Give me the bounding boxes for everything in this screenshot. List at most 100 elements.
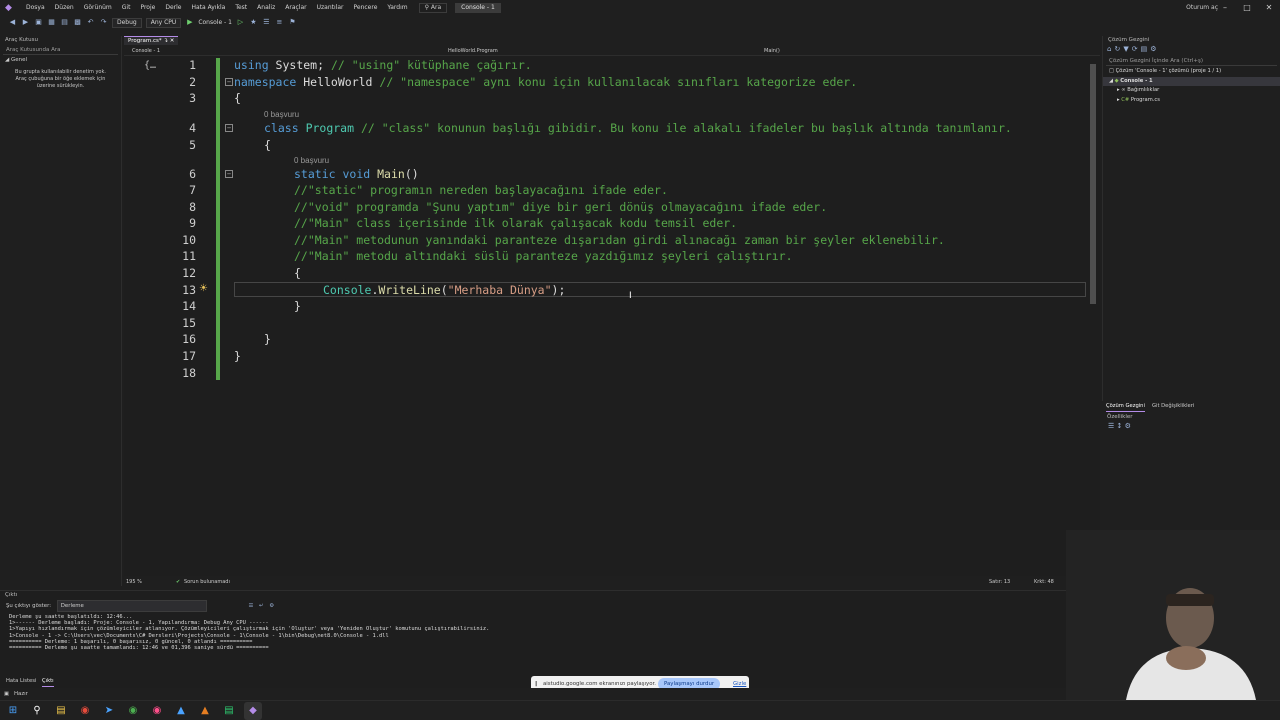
notepad-icon[interactable]: ▤	[220, 702, 238, 720]
minimize-icon[interactable]: –	[1214, 0, 1236, 15]
collapse-icon[interactable]: −	[225, 124, 233, 132]
close-tab-icon[interactable]: ✕	[170, 38, 175, 44]
windows-start-icon[interactable]: ⊞	[4, 702, 22, 720]
menu-item-tools[interactable]: Araçlar	[280, 0, 311, 15]
tab-solution-explorer[interactable]: Çözüm Gezgini	[1106, 401, 1145, 412]
format-icon[interactable]: ☰	[262, 18, 271, 27]
save-icon[interactable]: ▤	[60, 18, 69, 27]
code-line[interactable]: //"static" programın nereden başlayacağı…	[294, 183, 668, 197]
file-explorer-icon[interactable]: ▤	[52, 702, 70, 720]
browser-icon[interactable]: ◉	[148, 702, 166, 720]
code-line[interactable]: {	[294, 266, 301, 280]
word-wrap-icon[interactable]: ↵	[259, 603, 264, 609]
code-line[interactable]: //"Main" metodu altındaki süslü parantez…	[294, 249, 793, 263]
collapse-icon[interactable]: −	[225, 78, 233, 86]
tab-output[interactable]: Çıktı	[42, 676, 54, 687]
photos-icon[interactable]: ▲	[172, 702, 190, 720]
code-line[interactable]: using System; // "using" kütüphane çağır…	[234, 58, 532, 72]
member-dropdown[interactable]: Main()	[764, 46, 780, 56]
code-line[interactable]: }	[264, 332, 271, 346]
menu-item-view[interactable]: Görünüm	[79, 0, 117, 15]
search-box[interactable]: ⚲ Ara	[418, 2, 448, 13]
menu-item-git[interactable]: Git	[117, 0, 136, 15]
run-icon[interactable]: ▶	[185, 18, 194, 27]
alphabetical-icon[interactable]: ↕	[1117, 422, 1123, 430]
open-file-icon[interactable]: ▦	[47, 18, 56, 27]
menu-item-file[interactable]: Dosya	[21, 0, 50, 15]
configuration-dropdown[interactable]: Debug	[112, 17, 142, 28]
app-icon[interactable]: ▲	[196, 702, 214, 720]
scrollbar-thumb[interactable]	[1090, 64, 1096, 304]
run-target-button[interactable]: Console - 1	[198, 19, 232, 26]
tab-error-list[interactable]: Hata Listesi	[6, 676, 36, 686]
code-line[interactable]: Console.WriteLine("Merhaba Dünya");	[323, 283, 565, 297]
filter-icon[interactable]: ▼	[1123, 45, 1131, 53]
code-line[interactable]: {	[234, 91, 241, 105]
undo-icon[interactable]: ↶	[86, 18, 95, 27]
project-dropdown[interactable]: Console - 1	[132, 46, 160, 56]
menu-item-edit[interactable]: Düzen	[50, 0, 79, 15]
hot-reload-icon[interactable]: ★	[249, 18, 258, 27]
code-line[interactable]: namespace HelloWorld // "namespace" aynı…	[234, 75, 857, 89]
menu-item-project[interactable]: Proje	[135, 0, 160, 15]
collapse-all-icon[interactable]: ▤	[1141, 45, 1151, 53]
navigate-back-icon[interactable]: ◀	[8, 18, 17, 27]
tree-item-solution[interactable]: □ Çözüm 'Console - 1' çözümü (proje 1 / …	[1103, 67, 1280, 77]
platform-dropdown[interactable]: Any CPU	[145, 17, 182, 28]
pin-icon[interactable]: ↴	[163, 38, 168, 44]
collapse-icon[interactable]: −	[225, 170, 233, 178]
output-source-dropdown[interactable]: Derleme	[56, 600, 207, 612]
code-line[interactable]: class Program // "class" konunun başlığı…	[264, 121, 1012, 135]
refresh-icon[interactable]: ⟳	[1132, 45, 1141, 53]
code-line[interactable]: {	[264, 138, 271, 152]
menu-item-window[interactable]: Pencere	[348, 0, 382, 15]
reference-codelens[interactable]: 0 başvuru	[294, 156, 329, 165]
menu-item-build[interactable]: Derle	[160, 0, 186, 15]
tab-git-changes[interactable]: Git Değişiklikleri	[1152, 401, 1194, 411]
properties-icon[interactable]: ⚙	[1150, 45, 1159, 53]
code-line[interactable]: }	[294, 299, 301, 313]
property-pages-icon[interactable]: ⚙	[1125, 422, 1131, 430]
zoom-level[interactable]: 195 %	[126, 577, 142, 587]
redo-icon[interactable]: ↷	[99, 18, 108, 27]
tree-item-dependencies[interactable]: ▸ ∞ Bağımlılıklar	[1103, 86, 1280, 96]
opera-icon[interactable]: ◉	[76, 702, 94, 720]
toolbox-group-general[interactable]: ◢ Genel	[0, 56, 121, 65]
tree-item-project[interactable]: ◢ ◆ Console - 1	[1103, 76, 1280, 86]
code-line[interactable]: //"Main" metodunun yanındaki paranteze d…	[294, 233, 945, 247]
clear-output-icon[interactable]: ☰	[248, 603, 253, 609]
save-all-icon[interactable]: ▩	[73, 18, 82, 27]
menu-item-help[interactable]: Yardım	[382, 0, 412, 15]
solution-search-input[interactable]: Çözüm Gezgini İçinde Ara (Ctrl+ş)	[1106, 57, 1277, 66]
reference-codelens[interactable]: 0 başvuru	[264, 110, 299, 119]
maximize-icon[interactable]: □	[1236, 0, 1258, 15]
chrome-icon[interactable]: ◉	[124, 702, 142, 720]
settings-icon[interactable]: ⚙	[269, 603, 274, 609]
new-project-icon[interactable]: ▣	[34, 18, 43, 27]
menu-item-test[interactable]: Test	[230, 0, 252, 15]
close-icon[interactable]: ✕	[1258, 0, 1280, 15]
issues-status[interactable]: Sorun bulunamadı	[184, 577, 230, 587]
bookmark-icon[interactable]: ⚑	[288, 18, 297, 27]
menu-item-extensions[interactable]: Uzantılar	[312, 0, 349, 15]
categorized-icon[interactable]: ☰	[1108, 422, 1114, 430]
navigate-forward-icon[interactable]: ▶	[21, 18, 30, 27]
start-without-debugging-icon[interactable]: ▷	[236, 18, 245, 27]
lightbulb-icon[interactable]: ☀	[199, 283, 208, 294]
code-line[interactable]: static void Main()	[294, 167, 419, 181]
comment-icon[interactable]: ≡	[275, 18, 284, 27]
vertical-scrollbar[interactable]	[1088, 56, 1100, 576]
visual-studio-icon[interactable]: ◆	[244, 701, 262, 720]
class-dropdown[interactable]: HelloWorld.Program	[448, 46, 498, 56]
code-line[interactable]: }	[234, 349, 241, 363]
sync-icon[interactable]: ↻	[1114, 45, 1123, 53]
menu-item-analyze[interactable]: Analiz	[252, 0, 280, 15]
code-line[interactable]: //"Main" class içerisinde ilk olarak çal…	[294, 216, 737, 230]
tab-program-cs[interactable]: Program.cs* ↴ ✕	[124, 36, 179, 45]
menu-item-debug[interactable]: Hata Ayıkla	[186, 0, 230, 15]
tree-item-program-cs[interactable]: ▸ C# Program.cs	[1103, 96, 1280, 106]
visual-studio-code-icon[interactable]: ➤	[100, 702, 118, 720]
code-line[interactable]: //"void" programda "Şunu yaptım" diye bi…	[294, 200, 827, 214]
taskbar-search-icon[interactable]: ⚲	[28, 702, 46, 720]
toolbox-search-input[interactable]: Araç Kutusunda Ara	[3, 46, 118, 55]
